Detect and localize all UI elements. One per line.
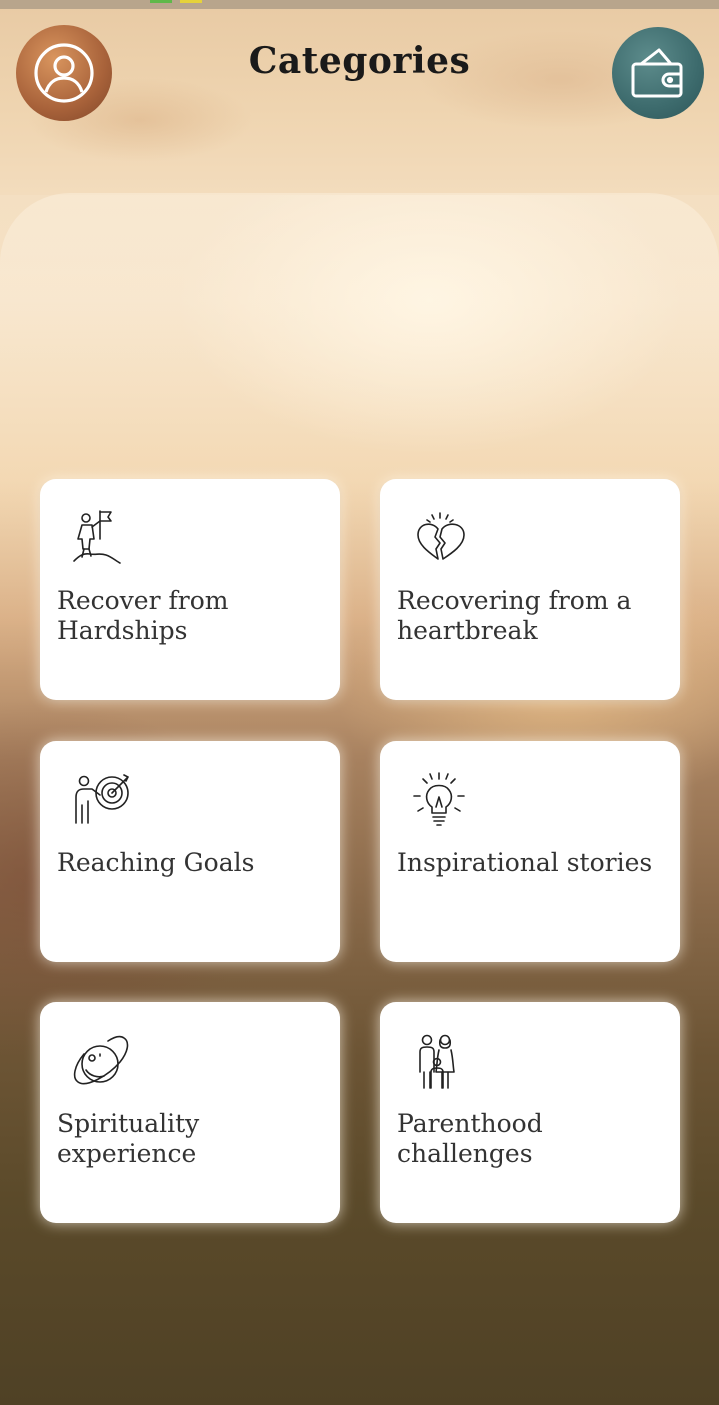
category-label: Inspirational stories — [397, 848, 653, 877]
category-label: Parenthood challenges — [397, 1109, 543, 1168]
header-background — [0, 0, 719, 195]
planet-icon — [73, 1035, 129, 1085]
category-card-spirituality[interactable]: Spirituality experience — [40, 1002, 340, 1223]
target-goal-icon — [75, 774, 129, 824]
category-card-heartbreak[interactable]: Recovering from a heartbreak — [380, 479, 680, 700]
wallet-button[interactable] — [612, 27, 704, 119]
category-label: Reaching Goals — [57, 848, 255, 877]
broken-heart-icon — [417, 512, 465, 560]
category-label: Recover from Hardships — [57, 586, 229, 645]
category-card-inspirational[interactable]: Inspirational stories — [380, 741, 680, 962]
wallet-icon — [631, 48, 683, 98]
family-icon — [419, 1034, 455, 1089]
category-label: Spirituality experience — [57, 1109, 200, 1168]
category-label: Recovering from a heartbreak — [397, 586, 632, 645]
category-card-parenthood[interactable]: Parenthood challenges — [380, 1002, 680, 1223]
category-card-goals[interactable]: Reaching Goals — [40, 741, 340, 962]
status-bar — [0, 0, 719, 9]
status-indicator-green — [150, 0, 172, 3]
status-indicator-yellow — [180, 0, 202, 3]
category-card-hardships[interactable]: Recover from Hardships — [40, 479, 340, 700]
lightbulb-icon — [413, 772, 465, 826]
summit-flag-icon — [73, 510, 121, 564]
